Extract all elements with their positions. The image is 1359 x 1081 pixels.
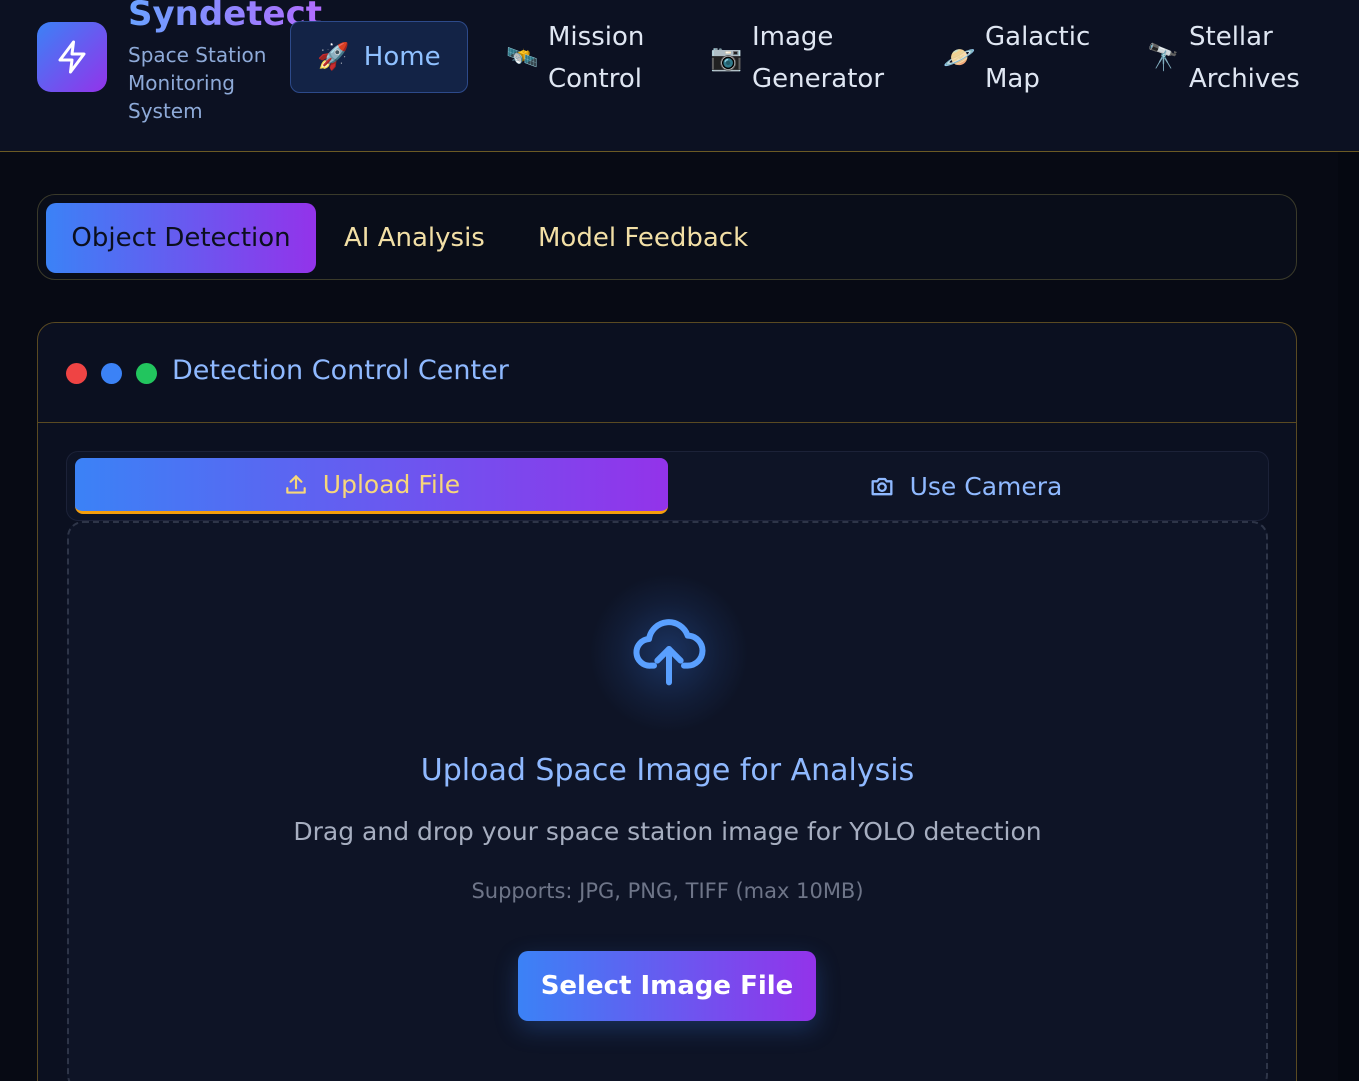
- nav-stellar-archives-label: Stellar Archives: [1189, 22, 1300, 94]
- nav-galactic-map[interactable]: 🪐 Galactic Map: [943, 16, 1095, 100]
- satellite-icon: 🛰️: [506, 43, 539, 73]
- supported-formats: Supports: JPG, PNG, TIFF (max 10MB): [471, 879, 864, 903]
- cloud-upload-icon: [633, 619, 706, 686]
- camera-icon: [871, 477, 893, 496]
- nav-image-generator[interactable]: 📷 Image Generator: [710, 16, 892, 100]
- nav-galactic-map-label: Galactic Map: [985, 22, 1091, 94]
- tab-ai-analysis[interactable]: AI Analysis: [344, 203, 485, 273]
- lightning-bolt-icon: [58, 40, 86, 74]
- dropzone-title: Upload Space Image for Analysis: [420, 753, 915, 788]
- top-header: Syndetect Space Station Monitoring Syste…: [0, 0, 1359, 152]
- blue-dot: [101, 363, 122, 384]
- panel-header: Detection Control Center: [38, 323, 1296, 423]
- telescope-icon: 🔭: [1147, 43, 1180, 73]
- scrollbar[interactable]: [1338, 152, 1359, 1081]
- select-image-button[interactable]: Select Image File: [518, 951, 816, 1021]
- planet-icon: 🪐: [943, 43, 976, 73]
- rocket-icon: 🚀: [317, 42, 350, 72]
- upload-icon: [286, 474, 306, 494]
- upload-file-tab[interactable]: Upload File: [75, 458, 668, 514]
- nav-home[interactable]: 🚀 Home: [290, 21, 468, 93]
- image-dropzone[interactable]: Upload Space Image for Analysis Drag and…: [67, 521, 1268, 1081]
- nav-stellar-archives[interactable]: 🔭 Stellar Archives: [1147, 16, 1319, 100]
- detection-panel: Detection Control Center Upload File Use…: [37, 322, 1297, 1081]
- nav-mission-control-label: Mission Control: [548, 22, 645, 94]
- main-tabs: Object Detection AI Analysis Model Feedb…: [37, 194, 1297, 280]
- tab-object-detection[interactable]: Object Detection: [46, 203, 316, 273]
- nav-mission-control[interactable]: 🛰️ Mission Control: [506, 16, 668, 100]
- panel-title: Detection Control Center: [172, 355, 509, 386]
- logo[interactable]: [37, 22, 107, 92]
- dropzone-description: Drag and drop your space station image f…: [293, 817, 1042, 846]
- nav-home-label: Home: [363, 42, 441, 72]
- use-camera-tab[interactable]: Use Camera: [668, 458, 1262, 514]
- green-dot: [136, 363, 157, 384]
- nav-image-generator-label: Image Generator: [752, 22, 885, 94]
- upload-file-label: Upload File: [322, 470, 461, 499]
- red-dot: [66, 363, 87, 384]
- input-mode-toggle: Upload File Use Camera: [66, 451, 1269, 521]
- camera-icon: 📷: [710, 43, 743, 73]
- use-camera-label: Use Camera: [909, 471, 1063, 501]
- brand-subtitle: Space Station Monitoring System: [128, 43, 267, 123]
- tab-model-feedback[interactable]: Model Feedback: [538, 203, 748, 273]
